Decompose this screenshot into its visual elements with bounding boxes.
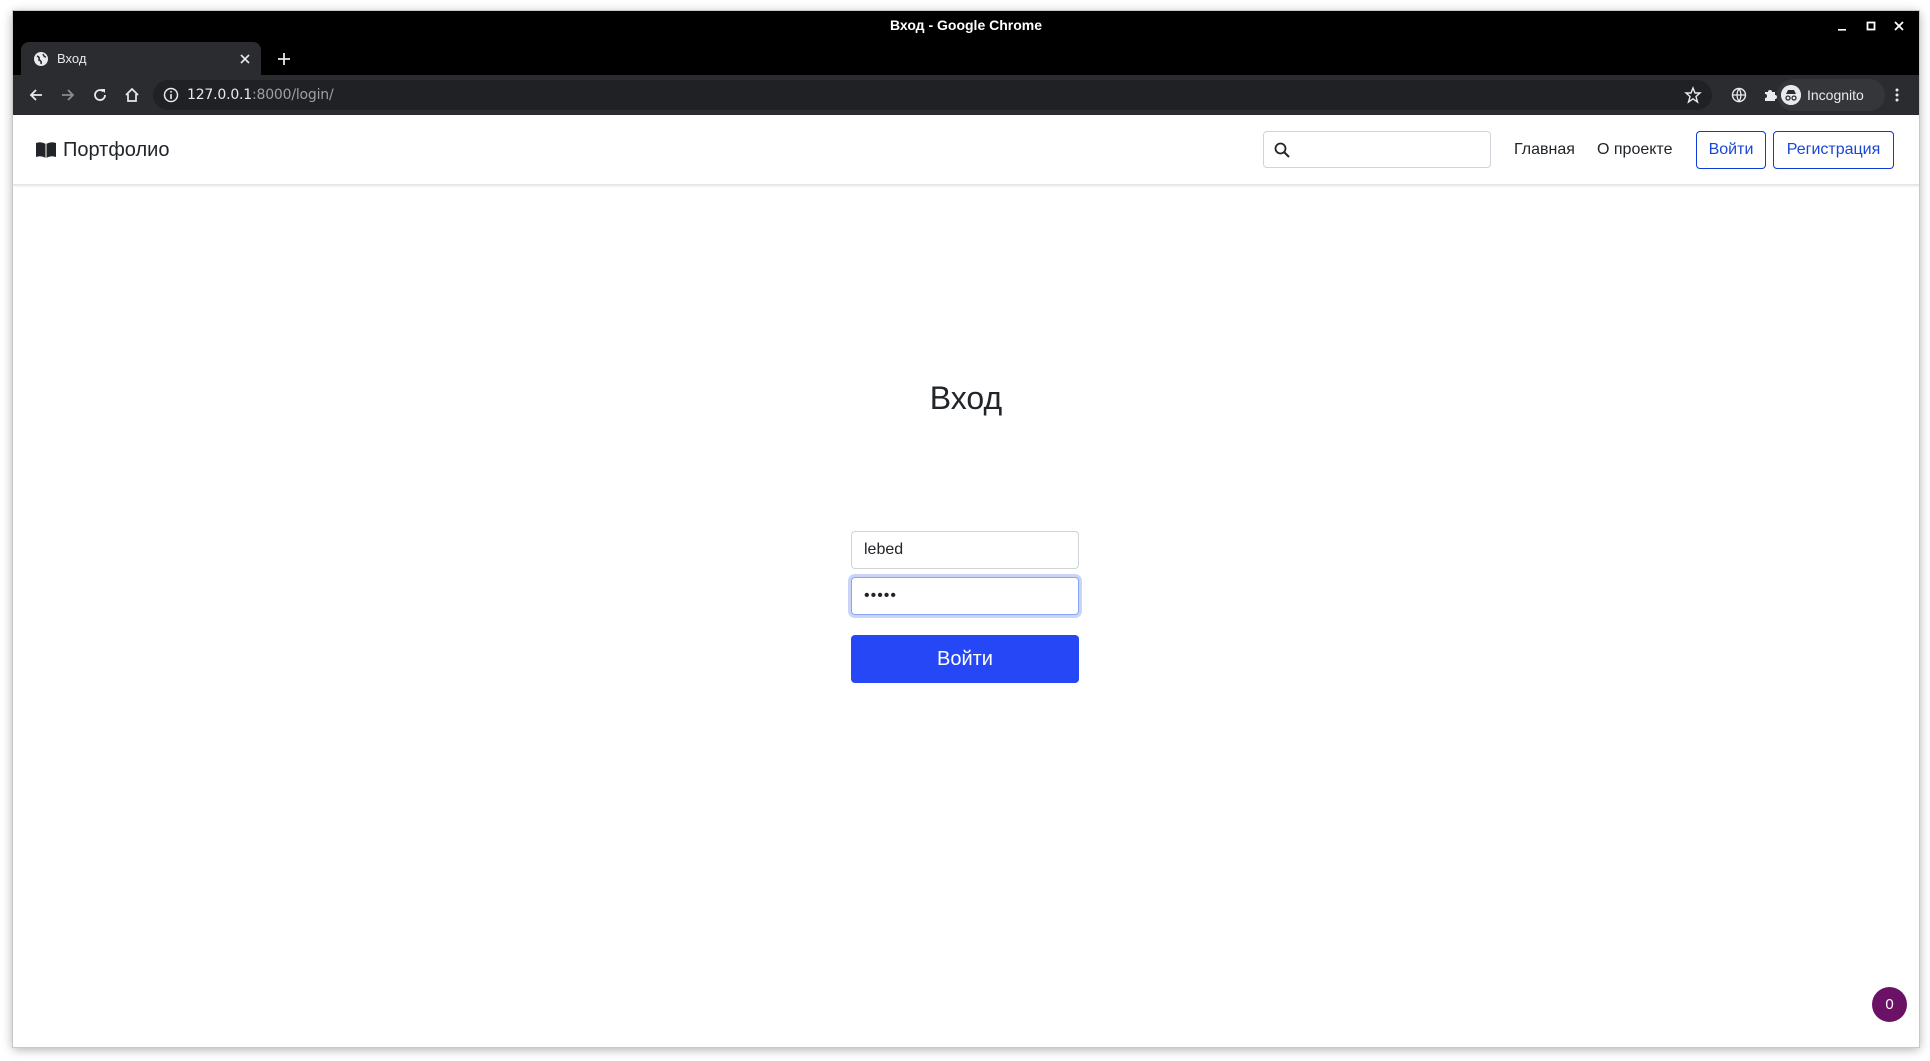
globe-icon bbox=[1731, 87, 1747, 103]
address-bar[interactable]: 127.0.0.1:8000/login/ bbox=[153, 80, 1712, 110]
nav-link-home[interactable]: Главная bbox=[1514, 115, 1575, 185]
new-tab-button[interactable] bbox=[272, 47, 296, 71]
back-button[interactable] bbox=[24, 83, 48, 107]
page-viewport: Портфолио Главная О проекте Войти Регист… bbox=[13, 115, 1919, 1047]
bookmark-star-icon[interactable] bbox=[1684, 86, 1702, 104]
info-icon bbox=[163, 87, 179, 103]
navbar-login-button[interactable]: Войти bbox=[1696, 131, 1766, 169]
login-heading: Вход bbox=[929, 380, 1003, 416]
close-icon bbox=[1894, 21, 1904, 31]
url-text: 127.0.0.1:8000/login/ bbox=[187, 80, 334, 110]
tab-close-button[interactable] bbox=[237, 51, 253, 67]
home-icon bbox=[125, 87, 139, 102]
browser-window: Вход - Google Chrome Вход 127.0.0.1:8000… bbox=[13, 11, 1919, 1047]
url-path: :8000/login/ bbox=[252, 87, 334, 103]
home-button[interactable] bbox=[120, 83, 144, 107]
minimize-icon bbox=[1838, 29, 1846, 31]
password-field[interactable] bbox=[851, 577, 1079, 615]
maximize-icon bbox=[1866, 21, 1876, 31]
reload-icon bbox=[94, 89, 106, 101]
close-icon bbox=[240, 54, 250, 64]
maximize-button[interactable] bbox=[1860, 15, 1882, 37]
login-submit-button[interactable]: Войти bbox=[851, 635, 1079, 683]
tab-login[interactable]: Вход bbox=[21, 42, 261, 75]
incognito-profile-button[interactable]: Incognito bbox=[1777, 79, 1885, 111]
username-field[interactable] bbox=[851, 531, 1079, 569]
browser-toolbar: 127.0.0.1:8000/login/ Incognito bbox=[13, 75, 1919, 115]
reload-button[interactable] bbox=[88, 83, 112, 107]
window-titlebar: Вход - Google Chrome bbox=[13, 11, 1919, 39]
arrow-left-icon bbox=[29, 89, 42, 101]
incognito-icon bbox=[1781, 85, 1801, 105]
search-input[interactable] bbox=[1298, 136, 1484, 164]
tab-title: Вход bbox=[57, 51, 87, 66]
nav-link-about[interactable]: О проекте bbox=[1597, 115, 1672, 185]
brand-link[interactable]: Портфолио bbox=[35, 115, 169, 185]
globe-icon bbox=[34, 52, 48, 66]
arrow-right-icon bbox=[62, 89, 75, 101]
search-icon bbox=[1274, 142, 1290, 158]
window-title: Вход - Google Chrome bbox=[889, 17, 1043, 33]
translate-button[interactable] bbox=[1727, 83, 1751, 107]
book-icon bbox=[36, 142, 56, 158]
brand-name: Портфолио bbox=[63, 138, 170, 161]
url-host: 127.0.0.1 bbox=[187, 87, 252, 103]
floating-counter-badge[interactable]: 0 bbox=[1872, 987, 1907, 1022]
chrome-menu-button[interactable] bbox=[1885, 83, 1909, 107]
puzzle-icon bbox=[1765, 90, 1777, 101]
navbar-search bbox=[1263, 131, 1491, 168]
more-vertical-icon bbox=[1895, 88, 1899, 102]
minimize-button[interactable] bbox=[1831, 15, 1853, 37]
site-navbar: Портфолио Главная О проекте Войти Регист… bbox=[13, 115, 1919, 185]
desktop: Вход - Google Chrome Вход 127.0.0.1:8000… bbox=[0, 0, 1930, 1061]
incognito-label: Incognito bbox=[1807, 87, 1864, 103]
close-window-button[interactable] bbox=[1888, 15, 1910, 37]
forward-button[interactable] bbox=[56, 83, 80, 107]
plus-icon bbox=[278, 53, 290, 65]
tab-strip: Вход bbox=[13, 39, 1919, 75]
navbar-register-button[interactable]: Регистрация bbox=[1773, 131, 1894, 169]
